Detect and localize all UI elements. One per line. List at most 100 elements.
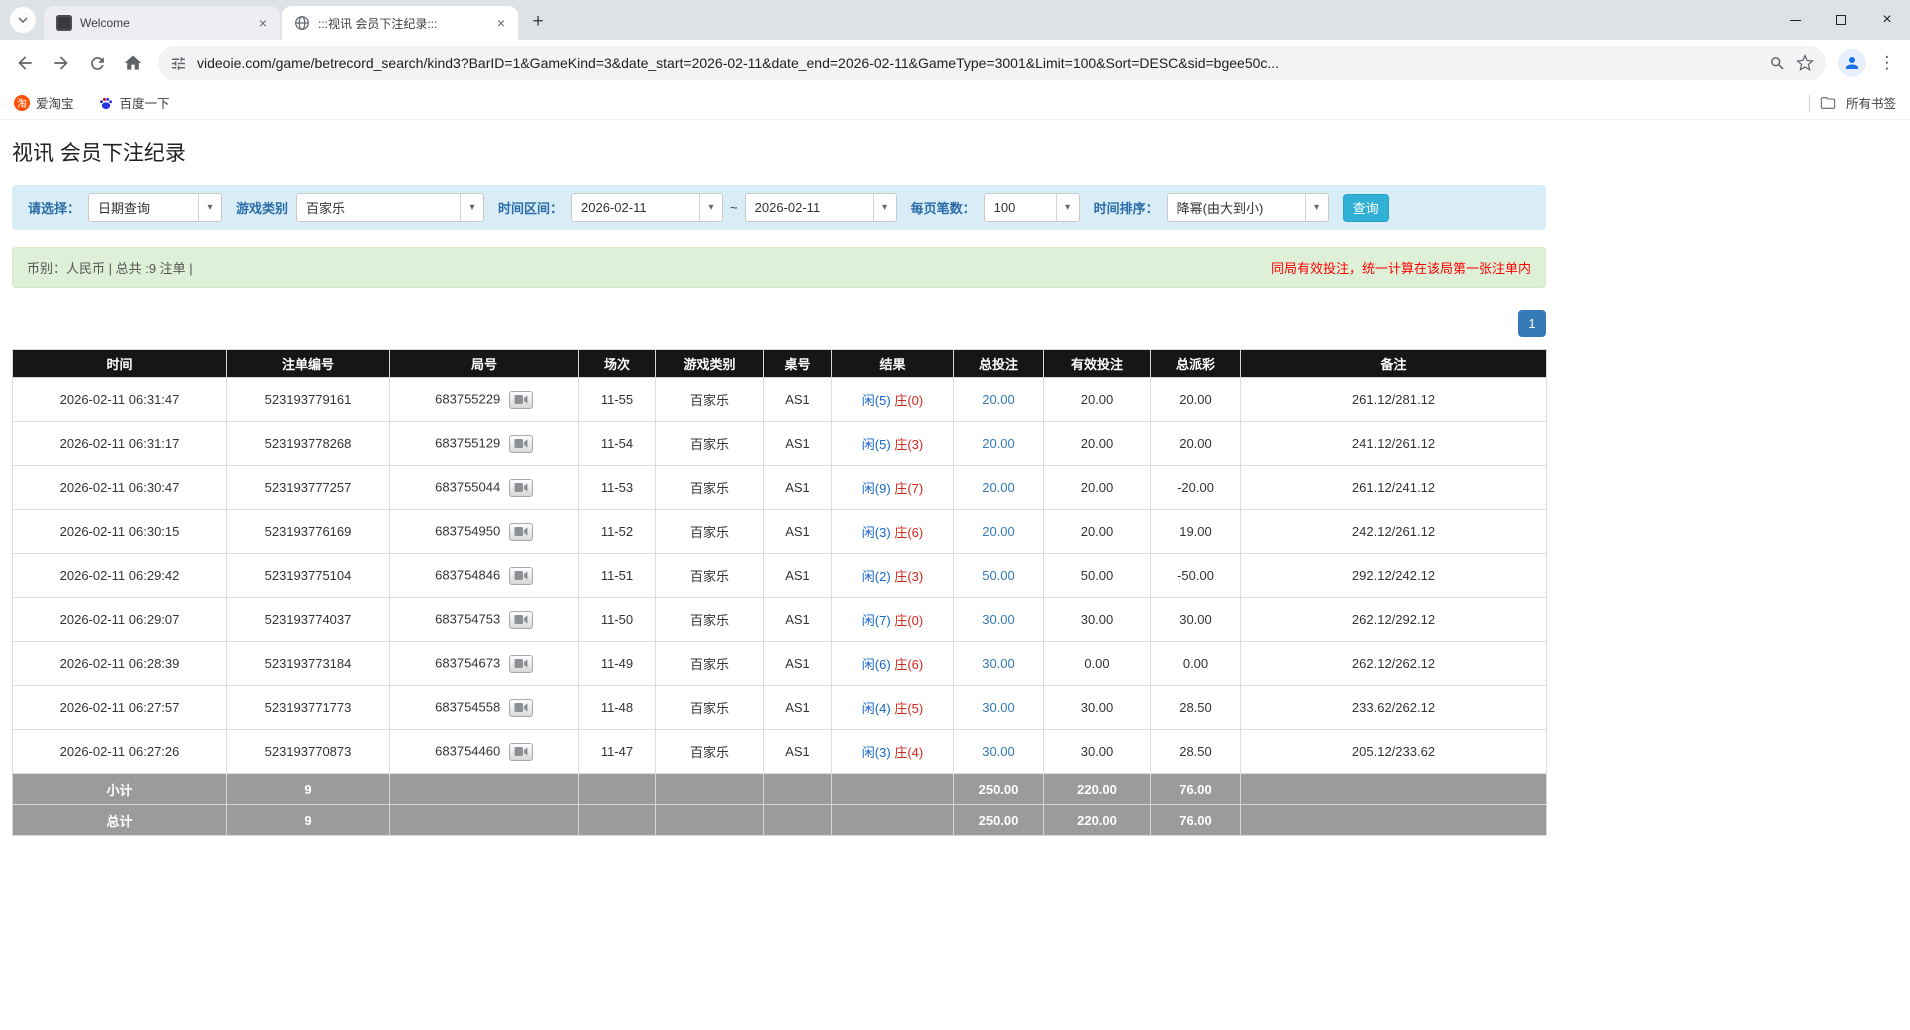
- minimize-button[interactable]: [1772, 0, 1818, 40]
- total-bet-link[interactable]: 30.00: [982, 744, 1015, 759]
- cell-time: 2026-02-11 06:30:47: [13, 466, 227, 510]
- cell-note: 262.12/292.12: [1241, 598, 1547, 642]
- cell-time: 2026-02-11 06:29:07: [13, 598, 227, 642]
- cell-note: 233.62/262.12: [1241, 686, 1547, 730]
- zoom-icon[interactable]: [1769, 55, 1786, 72]
- table-row: 2026-02-11 06:28:39523193773184683754673…: [13, 642, 1547, 686]
- url-bar[interactable]: videoie.com/game/betrecord_search/kind3?…: [158, 46, 1826, 80]
- bookmark-baidu[interactable]: 百度一下: [98, 93, 170, 112]
- filter-bar: 请选择： 日期查询 ▾ 游戏类别 百家乐 ▾ 时间区间： 2026-02-11 …: [12, 185, 1546, 230]
- query-type-select[interactable]: 日期查询 ▾: [88, 193, 222, 222]
- bookmark-aitaobao[interactable]: 淘 爱淘宝: [14, 93, 74, 112]
- cell-total-bet: 30.00: [954, 730, 1044, 774]
- cell-valid-bet: 20.00: [1044, 378, 1151, 422]
- info-notice: 同局有效投注，统一计算在该局第一张注单内: [1271, 258, 1531, 277]
- window-controls: ×: [1772, 0, 1910, 40]
- header-total-bet: 总投注: [954, 350, 1044, 378]
- tab-welcome[interactable]: Welcome ×: [44, 6, 280, 40]
- bookmarks-bar: 淘 爱淘宝 百度一下 所有书签: [0, 86, 1910, 119]
- per-page-select[interactable]: 100 ▾: [984, 193, 1080, 222]
- replay-button[interactable]: [509, 567, 533, 585]
- tab-close-icon[interactable]: ×: [492, 14, 510, 32]
- browser-menu-button[interactable]: ⋮: [1872, 53, 1902, 73]
- cell-payout: -50.00: [1151, 554, 1241, 598]
- back-button[interactable]: [8, 46, 42, 80]
- replay-button[interactable]: [509, 611, 533, 629]
- game-type-select[interactable]: 百家乐 ▾: [296, 193, 484, 222]
- replay-button[interactable]: [509, 523, 533, 541]
- reload-button[interactable]: [80, 46, 114, 80]
- total-bet-link[interactable]: 20.00: [982, 524, 1015, 539]
- forward-button[interactable]: [44, 46, 78, 80]
- cell-note: 262.12/262.12: [1241, 642, 1547, 686]
- search-button[interactable]: 查询: [1343, 194, 1389, 222]
- total-label: 总计: [13, 805, 227, 836]
- home-button[interactable]: [116, 46, 150, 80]
- table-row: 2026-02-11 06:31:17523193778268683755129…: [13, 422, 1547, 466]
- new-tab-button[interactable]: +: [524, 8, 552, 36]
- cell-table-no: AS1: [764, 378, 832, 422]
- profile-avatar[interactable]: [1838, 49, 1866, 77]
- all-bookmarks[interactable]: 所有书签: [1809, 93, 1896, 112]
- cell-total-bet: 30.00: [954, 598, 1044, 642]
- date-end-input[interactable]: 2026-02-11 ▾: [745, 193, 897, 222]
- cell-round-no: 683755044: [390, 466, 579, 510]
- cell-time: 2026-02-11 06:31:17: [13, 422, 227, 466]
- chevron-down-icon: ▾: [1305, 194, 1328, 221]
- page-1-button[interactable]: 1: [1518, 310, 1546, 337]
- bookmark-star-icon[interactable]: [1796, 54, 1814, 72]
- subtotal-count: 9: [227, 774, 390, 805]
- replay-video-icon: [514, 614, 528, 625]
- header-valid-bet: 有效投注: [1044, 350, 1151, 378]
- cell-session: 11-50: [579, 598, 656, 642]
- total-bet-link[interactable]: 30.00: [982, 656, 1015, 671]
- tab-betrecord[interactable]: :::视讯 会员下注纪录::: ×: [282, 6, 518, 40]
- home-icon: [123, 53, 143, 73]
- date-range-label: 时间区间：: [498, 198, 563, 217]
- total-bet-link[interactable]: 30.00: [982, 612, 1015, 627]
- cell-valid-bet: 30.00: [1044, 686, 1151, 730]
- header-time: 时间: [13, 350, 227, 378]
- cell-result: 闲(7) 庄(0): [832, 598, 954, 642]
- chevron-down-icon: [17, 14, 29, 26]
- close-button[interactable]: ×: [1864, 0, 1910, 40]
- cell-session: 11-54: [579, 422, 656, 466]
- total-bet-link[interactable]: 20.00: [982, 436, 1015, 451]
- cell-result: 闲(4) 庄(5): [832, 686, 954, 730]
- url-text[interactable]: videoie.com/game/betrecord_search/kind3?…: [197, 55, 1759, 71]
- cell-round-no: 683754753: [390, 598, 579, 642]
- cell-game-type: 百家乐: [656, 554, 764, 598]
- replay-button[interactable]: [509, 699, 533, 717]
- tab-search-button[interactable]: [10, 7, 36, 33]
- site-settings-icon[interactable]: [170, 55, 187, 72]
- cell-note: 292.12/242.12: [1241, 554, 1547, 598]
- cell-payout: 20.00: [1151, 422, 1241, 466]
- cell-time: 2026-02-11 06:28:39: [13, 642, 227, 686]
- sort-select[interactable]: 降幂(由大到小) ▾: [1167, 193, 1329, 222]
- cell-payout: 30.00: [1151, 598, 1241, 642]
- table-row: 2026-02-11 06:29:07523193774037683754753…: [13, 598, 1547, 642]
- cell-session: 11-55: [579, 378, 656, 422]
- sort-label: 时间排序：: [1094, 198, 1159, 217]
- maximize-button[interactable]: [1818, 0, 1864, 40]
- tab-close-icon[interactable]: ×: [254, 14, 272, 32]
- header-note: 备注: [1241, 350, 1547, 378]
- replay-button[interactable]: [509, 655, 533, 673]
- cell-result: 闲(9) 庄(7): [832, 466, 954, 510]
- replay-button[interactable]: [509, 743, 533, 761]
- cell-round-no: 683754460: [390, 730, 579, 774]
- cell-session: 11-52: [579, 510, 656, 554]
- cell-bet-no: 523193773184: [227, 642, 390, 686]
- subtotal-payout: 76.00: [1151, 774, 1241, 805]
- replay-button[interactable]: [509, 479, 533, 497]
- total-bet-link[interactable]: 20.00: [982, 480, 1015, 495]
- total-bet-link[interactable]: 30.00: [982, 700, 1015, 715]
- cell-round-no: 683754673: [390, 642, 579, 686]
- subtotal-total-bet: 250.00: [954, 774, 1044, 805]
- replay-button[interactable]: [509, 435, 533, 453]
- total-bet-link[interactable]: 50.00: [982, 568, 1015, 583]
- date-start-input[interactable]: 2026-02-11 ▾: [571, 193, 723, 222]
- total-bet-link[interactable]: 20.00: [982, 392, 1015, 407]
- replay-button[interactable]: [509, 391, 533, 409]
- cell-game-type: 百家乐: [656, 422, 764, 466]
